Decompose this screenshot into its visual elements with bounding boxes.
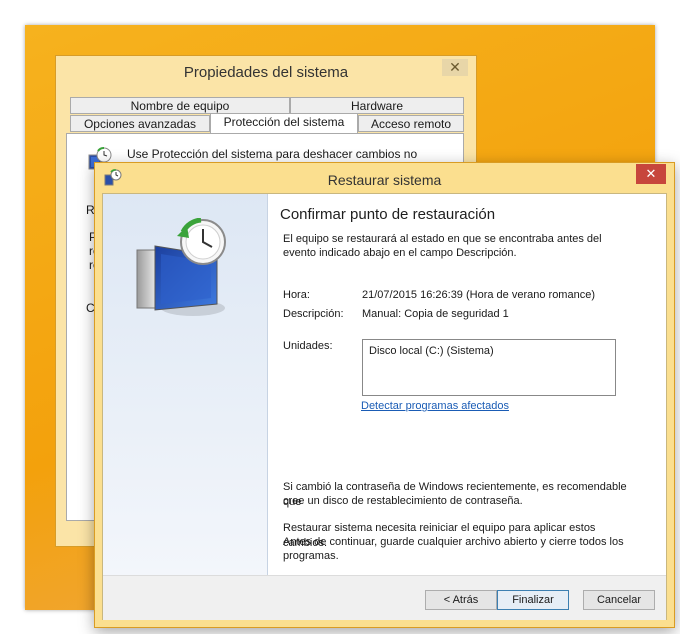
password-note-line: cree un disco de restablecimiento de con… [283, 495, 523, 507]
window-title: Propiedades del sistema [183, 64, 349, 81]
cancel-button[interactable]: Cancelar [583, 590, 655, 610]
intro-line: El equipo se restaurará al estado en que… [283, 233, 602, 245]
tab-proteccion-del-sistema[interactable]: Protección del sistema [210, 113, 358, 133]
page-heading: Confirmar punto de restauración [280, 206, 496, 223]
system-restore-dialog: Restaurar sistema ✕ Confirmar punto de r… [94, 162, 675, 628]
button-bar: < Atrás Finalizar Cancelar [103, 575, 666, 620]
tab-nombre-de-equipo[interactable]: Nombre de equipo [70, 97, 290, 114]
tab-opciones-avanzadas[interactable]: Opciones avanzadas [70, 115, 210, 132]
hora-label: Hora: [283, 289, 310, 301]
close-button[interactable]: ✕ [442, 59, 468, 76]
system-restore-large-icon [131, 217, 241, 327]
dialog-content: Confirmar punto de restauración El equip… [102, 193, 667, 620]
list-item[interactable]: Disco local (C:) (Sistema) [369, 345, 494, 357]
unidades-label: Unidades: [283, 340, 333, 352]
tab-hardware[interactable]: Hardware [290, 97, 464, 114]
unidades-listbox[interactable]: Disco local (C:) (Sistema) [362, 339, 616, 396]
hora-value: 21/07/2015 16:26:39 (Hora de verano roma… [362, 289, 595, 301]
detect-affected-programs-link[interactable]: Detectar programas afectados [361, 400, 509, 412]
finish-button[interactable]: Finalizar [497, 590, 569, 610]
restart-note-line: Antes de continuar, guarde cualquier arc… [283, 536, 624, 548]
back-button[interactable]: < Atrás [425, 590, 497, 610]
restart-note-line: programas. [283, 550, 339, 562]
intro-line: evento indicado abajo en el campo Descri… [283, 247, 517, 259]
desktop-background: Propiedades del sistema ✕ Nombre de equi… [25, 25, 675, 628]
descripcion-label: Descripción: [283, 308, 344, 320]
dialog-title: Restaurar sistema [327, 172, 442, 188]
descripcion-value: Manual: Copia de seguridad 1 [362, 308, 509, 320]
close-button[interactable]: ✕ [636, 164, 666, 184]
side-panel [103, 194, 268, 575]
tab-acceso-remoto[interactable]: Acceso remoto [358, 115, 464, 132]
